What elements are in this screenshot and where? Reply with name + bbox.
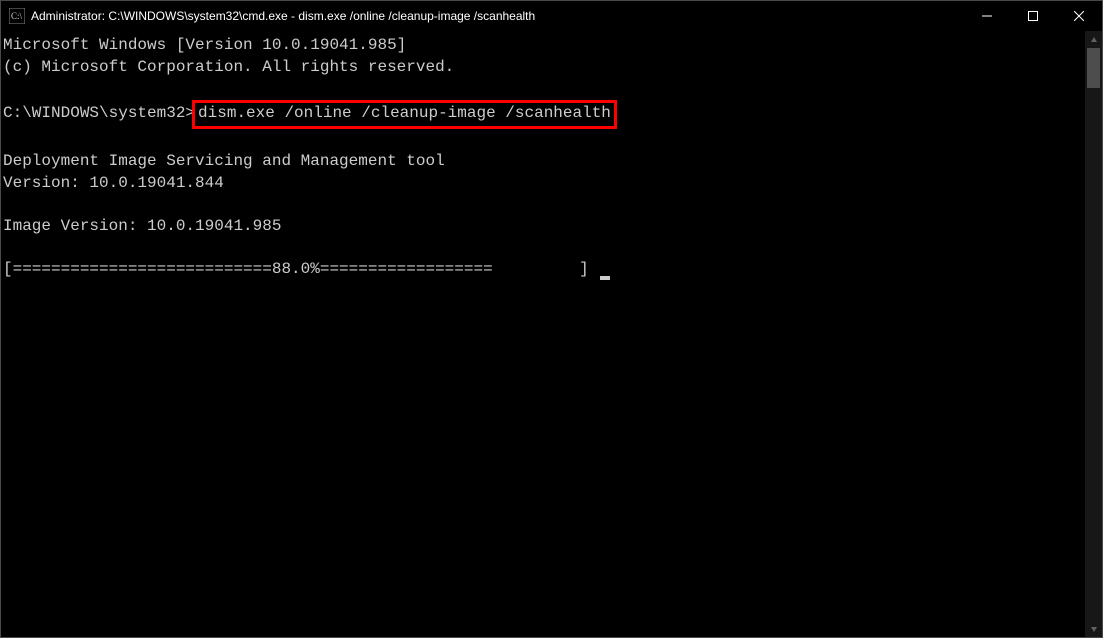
close-button[interactable] (1056, 1, 1102, 31)
terminal-container: Microsoft Windows [Version 10.0.19041.98… (1, 31, 1102, 637)
maximize-button[interactable] (1010, 1, 1056, 31)
blank-line (3, 237, 1083, 259)
prompt-text: C:\WINDOWS\system32> (3, 104, 195, 122)
cursor (600, 276, 610, 280)
highlighted-command: dism.exe /online /cleanup-image /scanhea… (192, 100, 617, 130)
scroll-up-arrow-icon[interactable] (1085, 31, 1102, 48)
titlebar[interactable]: C:\ Administrator: C:\WINDOWS\system32\c… (1, 1, 1102, 31)
svg-text:C:\: C:\ (11, 11, 23, 21)
command-text: dism.exe /online /cleanup-image /scanhea… (198, 104, 611, 122)
window-controls (964, 1, 1102, 31)
output-line: (c) Microsoft Corporation. All rights re… (3, 57, 1083, 79)
blank-line (3, 194, 1083, 216)
output-line: Version: 10.0.19041.844 (3, 173, 1083, 195)
progress-line: [===========================88.0%=======… (3, 259, 1083, 281)
scroll-thumb[interactable] (1087, 48, 1100, 88)
scroll-track[interactable] (1085, 48, 1102, 620)
cmd-icon: C:\ (9, 8, 25, 24)
window-title: Administrator: C:\WINDOWS\system32\cmd.e… (31, 9, 964, 23)
progress-bar-text: [===========================88.0%=======… (3, 260, 598, 278)
terminal-output[interactable]: Microsoft Windows [Version 10.0.19041.98… (1, 31, 1085, 637)
vertical-scrollbar[interactable] (1085, 31, 1102, 637)
blank-line (3, 78, 1083, 100)
prompt-line: C:\WINDOWS\system32>dism.exe /online /cl… (3, 100, 1083, 130)
scroll-down-arrow-icon[interactable] (1085, 620, 1102, 637)
command-prompt-window: C:\ Administrator: C:\WINDOWS\system32\c… (0, 0, 1103, 638)
output-line: Microsoft Windows [Version 10.0.19041.98… (3, 35, 1083, 57)
output-line: Deployment Image Servicing and Managemen… (3, 151, 1083, 173)
blank-line (3, 129, 1083, 151)
output-line: Image Version: 10.0.19041.985 (3, 216, 1083, 238)
minimize-button[interactable] (964, 1, 1010, 31)
